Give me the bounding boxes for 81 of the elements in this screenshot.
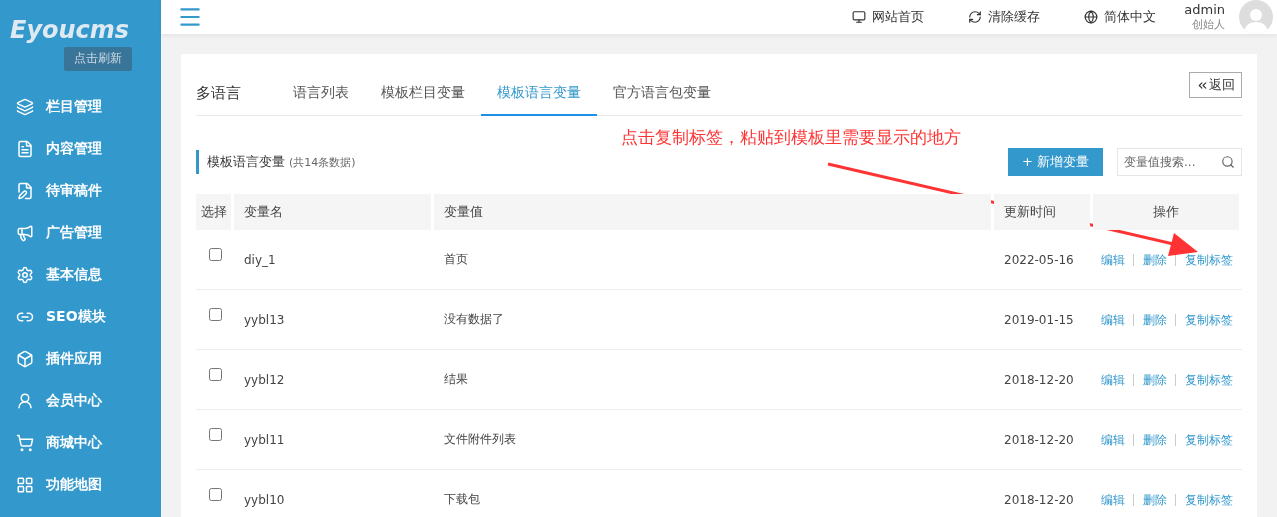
tab[interactable]: 语言列表: [277, 84, 365, 116]
table-cell: 2018-12-20: [994, 350, 1093, 410]
top-link[interactable]: 简体中文: [1084, 8, 1157, 26]
table-cell: 结果: [434, 350, 994, 410]
refresh-button[interactable]: 点击刷新: [64, 46, 132, 71]
action-link[interactable]: 编辑: [1101, 493, 1125, 506]
table-cell: 没有数据了: [434, 290, 994, 350]
user-role: 创始人: [1192, 17, 1225, 32]
cart-icon: [16, 434, 34, 452]
sidebar-item[interactable]: 内容管理: [0, 128, 161, 170]
row-checkbox[interactable]: [208, 488, 222, 501]
layers-icon: [16, 98, 34, 116]
section-title: 模板语言变量: [196, 150, 285, 174]
top-link[interactable]: 网站首页: [852, 8, 925, 26]
table-cell: yybl10: [234, 470, 434, 517]
megaphone-icon: [16, 224, 34, 242]
column-header: 更新时间: [994, 194, 1090, 230]
column-header: 变量名: [234, 194, 431, 230]
refresh-icon: [968, 10, 983, 24]
table-cell: yybl12: [234, 350, 434, 410]
table-cell: 2018-12-20: [994, 470, 1093, 517]
action-link[interactable]: 删除: [1133, 373, 1167, 386]
user-name: admin: [1184, 2, 1225, 17]
action-link[interactable]: 编辑: [1101, 253, 1125, 266]
table-cell: yybl11: [234, 410, 434, 470]
action-link[interactable]: 编辑: [1101, 313, 1125, 326]
cube-icon: [16, 350, 34, 368]
column-header: 变量值: [434, 194, 991, 230]
table-cell: 文件附件列表: [434, 410, 994, 470]
sidebar-item[interactable]: 商城中心: [0, 422, 161, 464]
action-link[interactable]: 删除: [1133, 433, 1167, 446]
table-cell: diy_1: [234, 230, 434, 290]
table-cell: 首页: [434, 230, 994, 290]
page-title: 多语言: [196, 84, 241, 104]
action-link[interactable]: 复制标签: [1175, 253, 1233, 266]
settings-icon: [16, 266, 34, 284]
grid-icon: [16, 476, 34, 494]
search-icon[interactable]: [1221, 155, 1235, 169]
action-link[interactable]: 复制标签: [1175, 373, 1233, 386]
sidebar-item[interactable]: 待审稿件: [0, 170, 161, 212]
row-checkbox[interactable]: [208, 248, 222, 261]
sidebar-item[interactable]: 功能地图: [0, 464, 161, 506]
column-header: 选择: [196, 194, 231, 230]
search-field[interactable]: 变量值搜索...: [1117, 148, 1242, 176]
table-cell: 2022-05-16: [994, 230, 1093, 290]
sidebar-item[interactable]: 插件应用: [0, 338, 161, 380]
record-count: (共14条数据): [289, 154, 356, 170]
top-link[interactable]: 清除缓存: [968, 8, 1041, 26]
tab[interactable]: 模板语言变量: [481, 84, 597, 116]
row-checkbox[interactable]: [208, 308, 222, 321]
row-checkbox[interactable]: [208, 368, 222, 381]
action-link[interactable]: 删除: [1133, 253, 1167, 266]
monitor-icon: [852, 10, 867, 24]
sidebar-item[interactable]: 基本信息: [0, 254, 161, 296]
table-cell: 2018-12-20: [994, 410, 1093, 470]
user-icon: [16, 392, 34, 410]
sidebar-item[interactable]: 栏目管理: [0, 86, 161, 128]
tab[interactable]: 模板栏目变量: [365, 84, 481, 116]
sidebar-item[interactable]: SEO模块: [0, 296, 161, 338]
table-cell: 2019-01-15: [994, 290, 1093, 350]
action-link[interactable]: 编辑: [1101, 433, 1125, 446]
sidebar-item[interactable]: 会员中心: [0, 380, 161, 422]
sidebar-item[interactable]: 广告管理: [0, 212, 161, 254]
action-link[interactable]: 复制标签: [1175, 433, 1233, 446]
column-header: 操作: [1093, 194, 1239, 230]
annotation-text: 点击复制标签，粘贴到模板里需要显示的地方: [621, 126, 961, 149]
table-cell: yybl13: [234, 290, 434, 350]
globe-icon: [1084, 10, 1099, 24]
logo: Eyoucms: [10, 15, 130, 44]
action-link[interactable]: 删除: [1133, 313, 1167, 326]
action-link[interactable]: 编辑: [1101, 373, 1125, 386]
table-cell: 下载包: [434, 470, 994, 517]
row-checkbox[interactable]: [208, 428, 222, 441]
edit-icon: [16, 182, 34, 200]
document-icon: [16, 140, 34, 158]
action-link[interactable]: 删除: [1133, 493, 1167, 506]
action-link[interactable]: 复制标签: [1175, 493, 1233, 506]
tab[interactable]: 官方语言包变量: [597, 84, 727, 116]
action-link[interactable]: 复制标签: [1175, 313, 1233, 326]
back-button[interactable]: 返回: [1189, 72, 1242, 98]
add-button[interactable]: + 新增变量: [1007, 148, 1103, 176]
